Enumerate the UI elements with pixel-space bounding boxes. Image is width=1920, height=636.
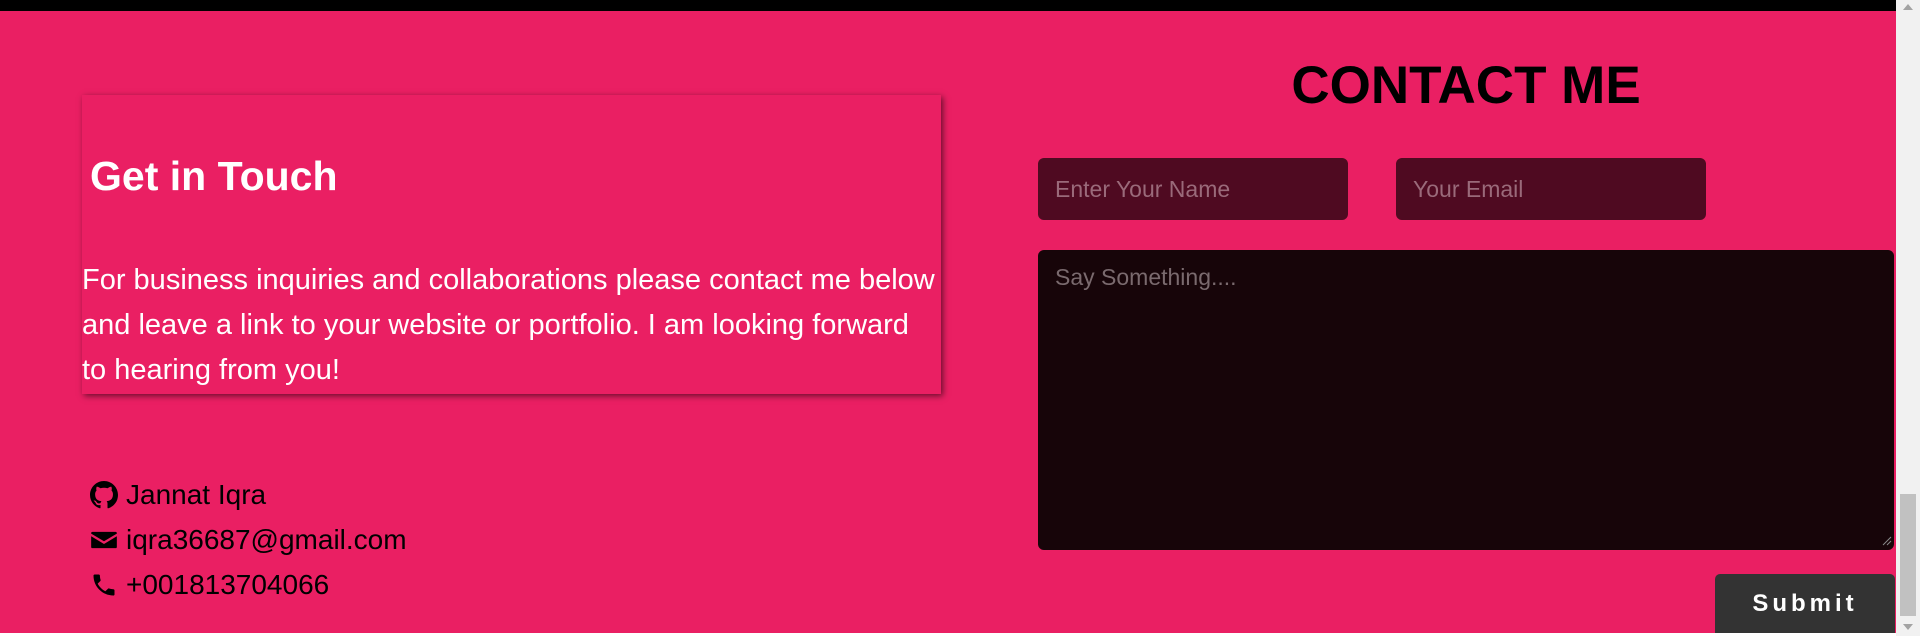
form-title: CONTACT ME — [1291, 56, 1641, 115]
email-input[interactable] — [1396, 158, 1706, 220]
name-input[interactable] — [1038, 158, 1348, 220]
top-bar — [0, 0, 1896, 11]
envelope-icon — [91, 531, 117, 548]
contact-phone-label: +001813704066 — [126, 568, 330, 600]
phone-icon — [93, 574, 115, 595]
github-icon — [90, 480, 118, 508]
vertical-scrollbar[interactable] — [1896, 0, 1920, 636]
message-textarea[interactable] — [1038, 250, 1894, 550]
scroll-down-icon[interactable] — [1903, 624, 1913, 630]
contact-phone[interactable]: +001813704066 — [90, 562, 407, 607]
contact-github[interactable]: Jannat Iqra — [90, 472, 407, 517]
contact-list: Jannat Iqra iqra36687@gmail.com +0018137… — [90, 472, 407, 607]
contact-email-label: iqra36687@gmail.com — [126, 523, 407, 555]
resize-handle-icon[interactable] — [1882, 536, 1892, 546]
contact-github-label: Jannat Iqra — [126, 478, 267, 510]
info-text: For business inquiries and collaboration… — [82, 264, 935, 386]
info-heading: Get in Touch — [90, 153, 338, 199]
info-card: Get in Touch For business inquiries and … — [82, 95, 941, 394]
scroll-up-icon[interactable] — [1903, 4, 1913, 10]
contact-section: Get in Touch For business inquiries and … — [0, 11, 1896, 634]
submit-button[interactable]: Submit — [1715, 574, 1895, 634]
contact-email[interactable]: iqra36687@gmail.com — [90, 517, 407, 562]
scrollbar-thumb[interactable] — [1900, 494, 1916, 616]
